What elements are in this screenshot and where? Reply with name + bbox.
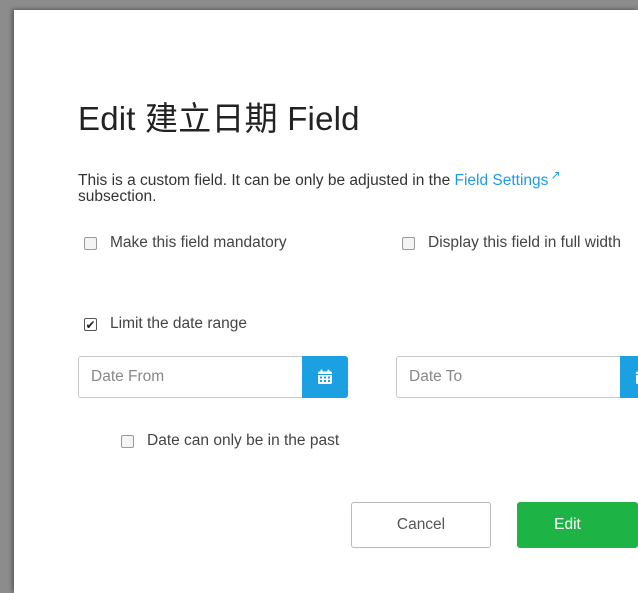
- mandatory-label: Make this field mandatory: [110, 234, 287, 251]
- past-only-label: Date can only be in the past: [147, 432, 340, 449]
- full-width-option[interactable]: Display this field in full width: [402, 234, 638, 256]
- past-only-checkbox[interactable]: [121, 435, 134, 448]
- calendar-icon: [318, 369, 332, 384]
- limit-range-label: Limit the date range: [110, 315, 248, 332]
- date-to-group: [396, 356, 638, 398]
- mandatory-checkbox[interactable]: [84, 237, 97, 250]
- dialog-description: This is a custom field. It can be only b…: [78, 167, 634, 205]
- dialog-title: Edit 建立日期 Field: [78, 100, 360, 137]
- full-width-label: Display this field in full width: [428, 234, 621, 251]
- external-link-icon: ↗: [550, 168, 561, 182]
- full-width-checkbox[interactable]: [402, 237, 415, 250]
- cancel-button[interactable]: Cancel: [351, 502, 491, 548]
- description-text: This is a custom field. It can be only b…: [78, 172, 455, 190]
- limit-range-checkbox[interactable]: ✔: [84, 318, 97, 331]
- backdrop-top: [0, 0, 638, 10]
- description-text-end: subsection.: [78, 188, 157, 206]
- date-to-input[interactable]: [396, 356, 620, 398]
- date-from-group: [78, 356, 348, 398]
- past-only-option[interactable]: Date can only be in the past: [121, 432, 339, 454]
- backdrop-left: [0, 0, 14, 593]
- date-from-input[interactable]: [78, 356, 302, 398]
- edit-button[interactable]: Edit: [517, 502, 638, 548]
- date-from-calendar-button[interactable]: [302, 356, 348, 398]
- limit-range-option[interactable]: ✔ Limit the date range: [84, 315, 247, 337]
- mandatory-option[interactable]: Make this field mandatory: [84, 234, 287, 256]
- edit-field-dialog: Edit 建立日期 Field This is a custom field. …: [14, 10, 638, 593]
- field-settings-link[interactable]: Field Settings: [455, 172, 549, 189]
- checkmark-icon: ✔: [85, 317, 96, 332]
- date-to-calendar-button[interactable]: [620, 356, 638, 398]
